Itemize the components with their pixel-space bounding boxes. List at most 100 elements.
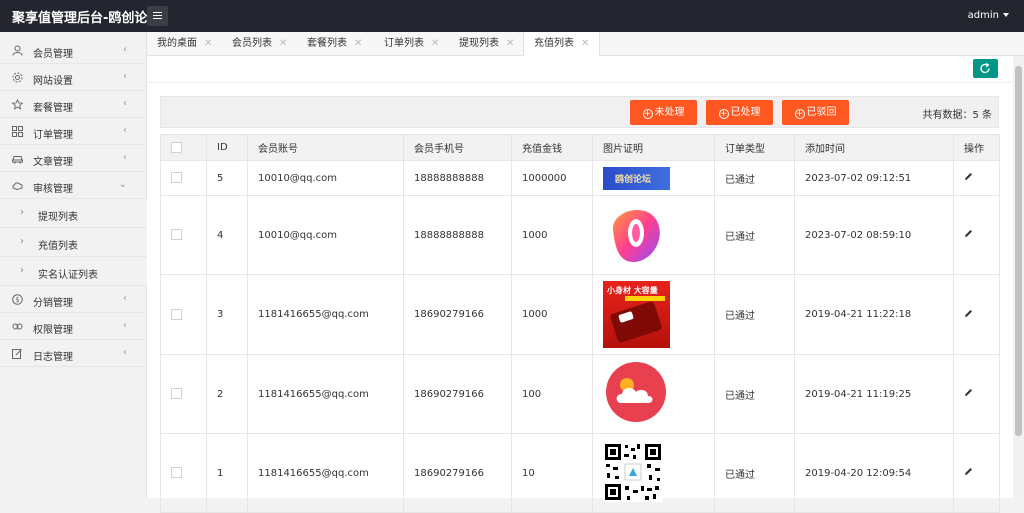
cell-phone: 18690279166	[403, 274, 512, 355]
cell-actions	[953, 433, 1000, 513]
button-label: 已处理	[730, 107, 761, 118]
scrollbar-thumb[interactable]	[1015, 66, 1022, 436]
sidebar-item-distribution[interactable]: $ 分销管理 ‹	[0, 286, 147, 313]
tab-order-list[interactable]: 订单列表 ✕	[384, 32, 439, 56]
refresh-button[interactable]	[973, 59, 998, 78]
cell-id: 3	[206, 274, 248, 355]
button-label: 已驳回	[806, 107, 837, 118]
edit-icon[interactable]	[964, 172, 973, 181]
table-header: ID 会员账号 会员手机号 充值金钱 图片证明 订单类型 添加时间 操作	[160, 134, 1000, 161]
tab-label: 订单列表	[384, 38, 424, 49]
cell-amount: 10	[511, 433, 593, 513]
cell-account: 1181416655@qq.com	[247, 354, 404, 434]
close-icon[interactable]: ✕	[581, 38, 589, 49]
user-menu[interactable]: admin	[968, 10, 1009, 21]
sidebar-item-packages[interactable]: 套餐管理 ‹	[0, 91, 147, 118]
processed-button[interactable]: + 已处理	[706, 100, 773, 125]
menu-toggle-button[interactable]	[147, 6, 168, 26]
cell-actions	[953, 274, 1000, 355]
cell-image	[592, 195, 715, 275]
cell-id: 5	[206, 160, 248, 196]
row-select-cell	[160, 354, 207, 434]
sidebar-item-review[interactable]: 审核管理 ⌄	[0, 172, 147, 199]
chevron-right-icon: ›	[20, 236, 24, 247]
row-checkbox[interactable]	[171, 172, 182, 184]
table-row: 5 10010@qq.com 18888888888 1000000 鸥创论坛 …	[160, 160, 1000, 196]
edit-icon[interactable]	[964, 229, 973, 238]
close-icon[interactable]: ✕	[354, 38, 362, 49]
cell-account: 1181416655@qq.com	[247, 433, 404, 513]
edit-icon[interactable]	[964, 388, 973, 397]
sidebar-item-site-settings[interactable]: 网站设置 ‹	[0, 64, 147, 91]
table-row: 1 1181416655@qq.com 18690279166 10 已通过 2…	[160, 433, 1000, 513]
sidebar-item-label: 网站设置	[33, 76, 73, 87]
cell-type: 已通过	[714, 433, 795, 513]
row-checkbox[interactable]	[171, 308, 182, 320]
select-all-checkbox[interactable]	[171, 141, 182, 153]
cell-type: 已通过	[714, 274, 795, 355]
row-checkbox[interactable]	[171, 229, 182, 241]
column-header: 会员账号	[247, 134, 404, 161]
qr-code-image[interactable]	[603, 441, 663, 502]
sidebar-subitem-realname-list[interactable]: › 实名认证列表	[0, 257, 147, 286]
car-icon	[12, 156, 23, 164]
close-icon[interactable]: ✕	[279, 38, 287, 49]
sidebar-item-orders[interactable]: 订单管理 ‹	[0, 118, 147, 145]
sidebar-subitem-recharge-list[interactable]: › 充值列表	[0, 228, 147, 257]
sidebar-item-articles[interactable]: 文章管理 ‹	[0, 145, 147, 172]
rejected-button[interactable]: + 已驳回	[782, 100, 849, 125]
vertical-scrollbar[interactable]	[1013, 56, 1024, 498]
row-checkbox[interactable]	[171, 388, 182, 400]
edit-icon[interactable]	[964, 309, 973, 318]
svg-text:$: $	[15, 296, 19, 304]
button-label: 未处理	[654, 107, 685, 118]
sidebar-item-member[interactable]: 会员管理 ‹	[0, 37, 147, 64]
column-header: 图片证明	[592, 134, 715, 161]
chevron-left-icon: ‹	[123, 320, 127, 331]
table-row: 3 1181416655@qq.com 18690279166 1000 小身材…	[160, 274, 1000, 355]
sidebar-item-permissions[interactable]: 权限管理 ‹	[0, 313, 147, 340]
tab-member-list[interactable]: 会员列表 ✕	[232, 32, 287, 56]
cell-image: 鸥创论坛	[592, 160, 715, 196]
tab-withdraw-list[interactable]: 提现列表 ✕	[459, 32, 514, 56]
sidebar: 会员管理 ‹ 网站设置 ‹ 套餐管理 ‹ 订单管理 ‹ 文章管理 ‹ 审核管理 …	[0, 32, 147, 498]
sidebar-item-label: 权限管理	[33, 325, 73, 336]
row-select-cell	[160, 160, 207, 196]
column-header: 会员手机号	[403, 134, 512, 161]
tab-recharge-list[interactable]: 充值列表 ✕	[523, 32, 601, 57]
tab-label: 充值列表	[534, 38, 574, 49]
cell-phone: 18888888888	[403, 160, 512, 196]
sidebar-item-logs[interactable]: 日志管理 ‹	[0, 340, 147, 367]
edit-icon[interactable]	[964, 467, 973, 476]
proof-image-text: 小身材 大容量	[607, 286, 658, 295]
pending-button[interactable]: + 未处理	[630, 100, 697, 125]
select-all-cell[interactable]	[160, 134, 207, 161]
row-select-cell	[160, 274, 207, 355]
cell-image	[592, 354, 715, 434]
proof-image[interactable]: 小身材 大容量	[603, 281, 670, 348]
row-checkbox[interactable]	[171, 467, 182, 479]
proof-image[interactable]: 鸥创论坛	[603, 166, 670, 190]
chevron-down-icon: ⌄	[118, 179, 127, 190]
caret-down-icon	[1003, 13, 1009, 17]
proof-image[interactable]	[603, 200, 670, 267]
tab-desktop[interactable]: 我的桌面 ✕	[157, 32, 212, 56]
proof-image-yellow-tag	[625, 296, 665, 301]
top-bar: 聚享值管理后台-鸥创论 admin	[0, 0, 1024, 32]
cell-phone: 18888888888	[403, 195, 512, 275]
close-icon[interactable]: ✕	[431, 38, 439, 49]
link-icon	[12, 323, 23, 330]
close-icon[interactable]: ✕	[506, 38, 514, 49]
plus-circle-icon: +	[642, 109, 653, 119]
tab-label: 我的桌面	[157, 38, 197, 49]
proof-image[interactable]	[603, 359, 670, 426]
tab-package-list[interactable]: 套餐列表 ✕	[307, 32, 362, 56]
cell-id: 2	[206, 354, 248, 434]
user-name: admin	[967, 10, 999, 21]
cell-time: 2019-04-21 11:22:18	[794, 274, 954, 355]
close-icon[interactable]: ✕	[204, 38, 212, 49]
sidebar-item-label: 日志管理	[33, 352, 73, 363]
gear-icon	[12, 72, 23, 83]
plus-circle-icon: +	[718, 109, 729, 119]
sidebar-subitem-withdraw-list[interactable]: › 提现列表	[0, 199, 147, 228]
